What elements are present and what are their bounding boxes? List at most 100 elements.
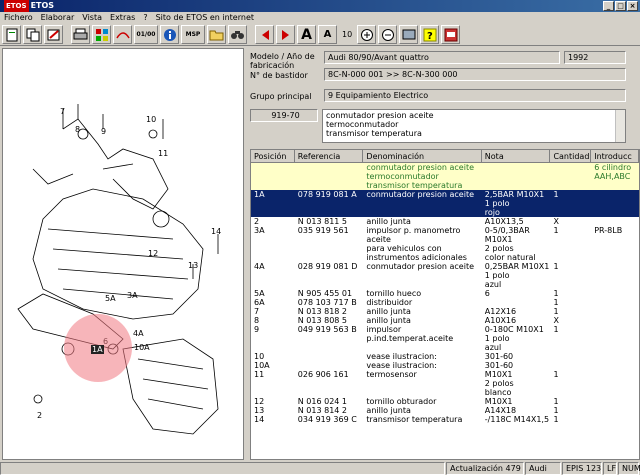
col-nota[interactable]: Nota <box>482 150 551 162</box>
status-update: Actualización 479 <box>446 462 524 475</box>
cell-introduccion: 6 cilindro AAH,ABC <box>594 163 632 181</box>
cell-introduccion <box>591 325 639 352</box>
toolbar: 01/00 MSP A A 10 ? <box>0 24 640 46</box>
zoom-out-button[interactable] <box>378 25 398 44</box>
font-increase-button[interactable]: A <box>297 25 316 44</box>
view-button[interactable] <box>399 25 419 44</box>
info-icon <box>163 28 176 41</box>
table-row[interactable]: 10 vease ilustracion: 301-60 <box>251 352 639 361</box>
cell-referencia: 078 919 081 A <box>297 190 357 199</box>
table-row[interactable]: 6A 078 103 717 B distribuidor 1 <box>251 298 639 307</box>
table-row[interactable]: 3A 035 919 561 impulsor p. manometro aceit… <box>251 226 639 262</box>
menu-vista[interactable]: Vista <box>82 12 102 24</box>
part-desc-scrollbar[interactable] <box>615 110 625 142</box>
font-decrease-button[interactable]: A <box>318 25 337 44</box>
cell-nota: A10X13,5 <box>484 217 524 226</box>
folder-icon <box>209 30 224 41</box>
cell-introduccion <box>591 298 639 307</box>
cell-denominacion: impulsor p.ind.temperat.aceite <box>366 325 454 343</box>
cell-nota: 6 <box>484 289 490 298</box>
grid-button[interactable] <box>92 25 111 44</box>
status-bar: Actualización 479 Audi EPIS 123 LF NUM <box>0 462 640 475</box>
table-row[interactable]: 2 N 013 811 5 anillo junta A10X13,5 X <box>251 217 639 226</box>
msp-button[interactable]: MSP <box>181 25 205 44</box>
cell-introduccion <box>591 217 639 226</box>
table-row[interactable]: 13 N 013 814 2 anillo junta A14X18 1 <box>251 406 639 415</box>
font-small-label: A <box>323 29 332 40</box>
cell-nota: 0,25BAR M10X1 1 polo azul <box>484 262 550 289</box>
info-button[interactable] <box>160 25 179 44</box>
table-row[interactable]: 10A vease ilustracion: 301-60 <box>251 361 639 370</box>
menu-website[interactable]: Sito de ETOS en internet <box>156 12 254 24</box>
exploded-diagram[interactable]: 7 8 9 10 11 12 13 14 3A 4A 5A 6 1A 2 10A <box>2 48 244 460</box>
binoculars-button[interactable] <box>228 25 247 44</box>
cell-introduccion <box>591 361 639 370</box>
print-button[interactable] <box>71 25 90 44</box>
cell-denominacion: distribuidor <box>366 298 413 307</box>
question-icon: ? <box>423 28 437 42</box>
copy-button[interactable] <box>23 25 42 44</box>
cell-referencia: N 016 024 1 <box>297 397 348 406</box>
cell-posicion: 12 <box>254 397 265 406</box>
cell-denominacion: conmutador presion aceite termoconmutado… <box>366 163 475 190</box>
part-description-box: conmutador presion aceite termoconmutado… <box>322 109 626 143</box>
minimize-button[interactable]: _ <box>603 1 614 11</box>
chassis-label: N° de bastidor <box>250 71 308 80</box>
help-button[interactable]: ? <box>420 25 440 44</box>
zoom-in-button[interactable] <box>357 25 377 44</box>
table-row[interactable]: conmutador presion aceite termoconmutado… <box>251 163 639 190</box>
folder-button[interactable] <box>207 25 226 44</box>
close-button[interactable]: × <box>627 1 638 11</box>
model-field: Audi 80/90/Avant quattro <box>324 51 560 64</box>
counter-button[interactable]: 01/00 <box>134 25 158 44</box>
col-denominacion[interactable]: Denominación <box>363 150 482 162</box>
cell-referencia: N 013 808 5 <box>297 316 348 325</box>
table-row[interactable]: 1A 078 919 081 A conmutador presion aceite… <box>251 190 639 217</box>
table-row[interactable]: 4A 028 919 081 D conmutador presion aceite… <box>251 262 639 289</box>
cell-referencia: N 013 814 2 <box>297 406 348 415</box>
menu-fichero[interactable]: Fichero <box>4 12 33 24</box>
table-header: Posición Referencia Denominación Nota Ca… <box>251 150 639 163</box>
edit-button[interactable] <box>44 25 63 44</box>
new-doc-button[interactable] <box>2 25 21 44</box>
table-row[interactable]: 12 N 016 024 1 tornillo obturador M10X1 1 <box>251 397 639 406</box>
col-introduccion[interactable]: Introducc <box>591 150 639 162</box>
cell-introduccion: PR-8LB <box>594 226 623 235</box>
arrow-right-icon <box>281 29 289 40</box>
cell-nota: 2,5BAR M10X1 1 polo rojo <box>484 190 545 217</box>
table-row[interactable]: 8 N 013 808 5 anillo junta A10X16 X <box>251 316 639 325</box>
table-row[interactable]: 7 N 013 818 2 anillo junta A12X16 1 <box>251 307 639 316</box>
next-button[interactable] <box>276 25 295 44</box>
col-posicion[interactable]: Posición <box>251 150 295 162</box>
menu-help[interactable]: ? <box>143 12 147 24</box>
table-row[interactable]: 11 026 906 161 termosensor M10X1 2 polos b… <box>251 370 639 397</box>
col-referencia[interactable]: Referencia <box>295 150 364 162</box>
cell-posicion: 2 <box>254 217 260 226</box>
export-button[interactable] <box>441 25 461 44</box>
cell-nota <box>482 163 551 190</box>
table-row[interactable]: 14 034 919 369 C transmisor temperatura -/1… <box>251 415 639 424</box>
diagram-label-7: 7 <box>60 107 66 116</box>
document-icon <box>6 28 17 41</box>
route-button[interactable] <box>113 25 132 44</box>
cell-denominacion: tornillo obturador <box>366 397 437 406</box>
engine-diagram-drawing <box>17 104 219 435</box>
cell-cantidad: 1 <box>553 397 559 406</box>
cell-posicion: 13 <box>254 406 265 415</box>
cell-cantidad <box>550 163 591 190</box>
maximize-button[interactable]: □ <box>615 1 626 11</box>
table-row[interactable]: 9 049 919 563 B impulsor p.ind.temperat.ac… <box>251 325 639 352</box>
cell-posicion: 7 <box>254 307 260 316</box>
diagram-label-1a[interactable]: 1A <box>91 345 104 354</box>
col-cantidad[interactable]: Cantidad <box>550 150 592 162</box>
prev-button[interactable] <box>255 25 274 44</box>
cell-denominacion: tornillo hueco <box>366 289 422 298</box>
cell-introduccion <box>591 397 639 406</box>
cell-denominacion: impulsor p. manometro aceite para vehicu… <box>366 226 467 262</box>
diagram-label-11: 11 <box>158 149 169 158</box>
cell-cantidad: 1 <box>553 190 559 199</box>
menu-extras[interactable]: Extras <box>110 12 135 24</box>
binoculars-icon <box>231 31 244 39</box>
menu-elaborar[interactable]: Elaborar <box>41 12 75 24</box>
table-row[interactable]: 5A N 905 455 01 tornillo hueco 6 1 <box>251 289 639 298</box>
